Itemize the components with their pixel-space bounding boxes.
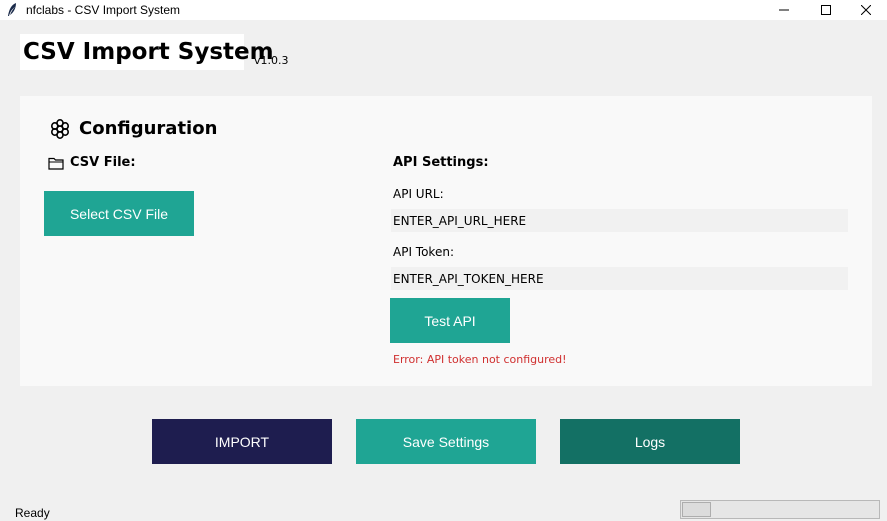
maximize-icon xyxy=(821,5,831,15)
select-csv-button[interactable]: Select CSV File xyxy=(44,191,194,236)
gear-icon xyxy=(51,118,70,140)
window-title: nfclabs - CSV Import System xyxy=(26,3,181,17)
api-settings-label: API Settings: xyxy=(393,155,489,170)
minimize-button[interactable] xyxy=(764,0,804,20)
status-text: Ready xyxy=(15,506,50,520)
feather-icon xyxy=(8,3,16,16)
maximize-button[interactable] xyxy=(806,0,846,20)
import-button[interactable]: IMPORT xyxy=(152,419,332,464)
api-token-label: API Token: xyxy=(393,245,454,259)
test-api-button[interactable]: Test API xyxy=(390,298,510,343)
app-title-box: CSV Import System xyxy=(20,34,274,70)
close-icon xyxy=(861,5,871,15)
window-titlebar: nfclabs - CSV Import System xyxy=(0,0,887,20)
progress-fill xyxy=(682,502,711,517)
minimize-icon xyxy=(779,9,789,11)
error-message: Error: API token not configured! xyxy=(393,353,567,366)
close-button[interactable] xyxy=(846,0,886,20)
configuration-title: Configuration xyxy=(79,118,218,139)
api-url-input[interactable] xyxy=(391,209,848,232)
progress-bar xyxy=(680,500,880,519)
folder-icon xyxy=(48,157,64,170)
save-settings-button[interactable]: Save Settings xyxy=(356,419,536,464)
api-token-input[interactable] xyxy=(391,267,848,290)
app-title: CSV Import System xyxy=(23,39,274,65)
logs-button[interactable]: Logs xyxy=(560,419,740,464)
version-label: v1.0.3 xyxy=(254,54,289,67)
csv-file-label: CSV File: xyxy=(70,155,136,170)
api-url-label: API URL: xyxy=(393,187,444,201)
